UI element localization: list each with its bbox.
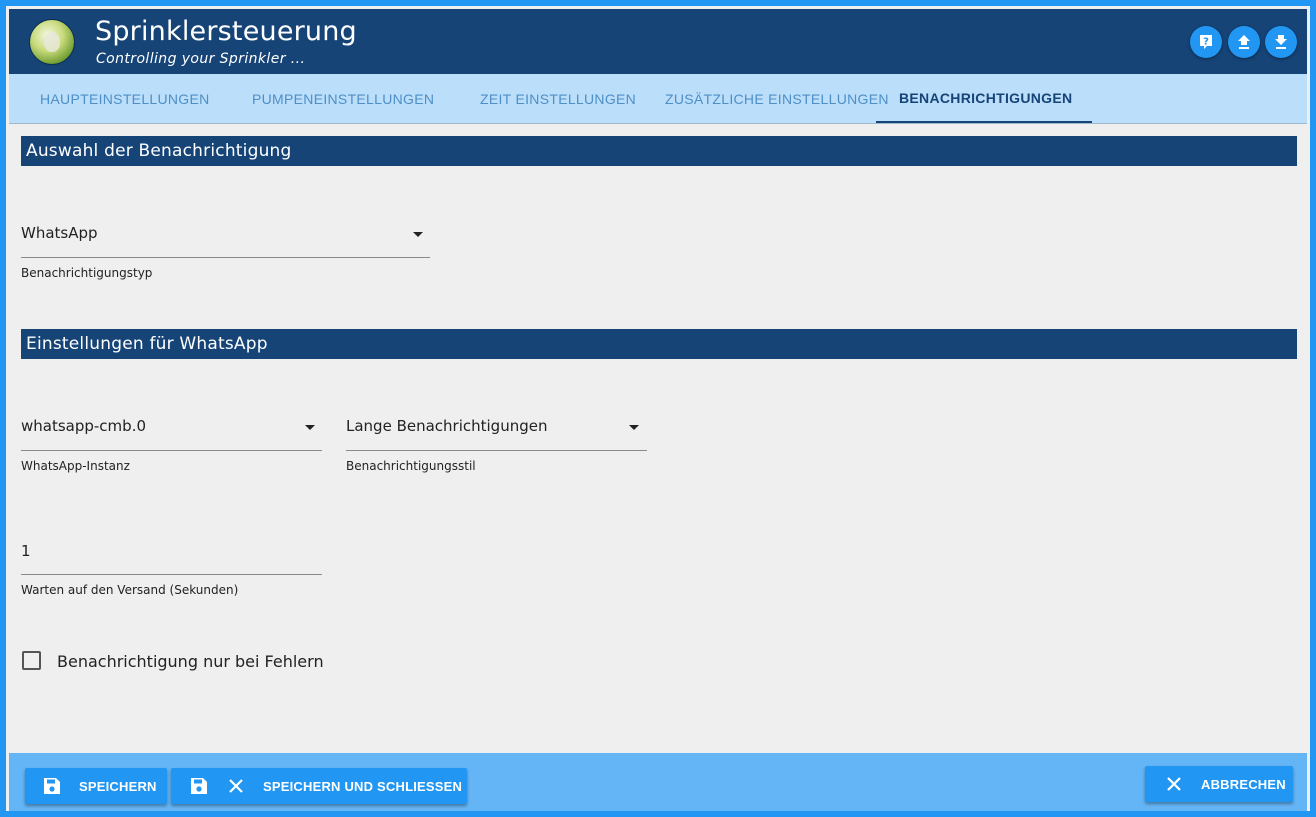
notification-style-label: Benachrichtigungsstil: [346, 459, 476, 473]
chevron-down-icon: [629, 425, 639, 430]
wait-seconds-input[interactable]: 1 Warten auf den Versand (Sekunden): [21, 542, 323, 602]
tab-zusaetzliche-einstellungen[interactable]: Zusätzliche Einstellungen: [665, 74, 889, 123]
help-icon: ?: [1200, 35, 1212, 49]
tab-bar: Haupteinstellungen Pumpeneinstellungen Z…: [9, 74, 1307, 124]
app-logo: [29, 19, 75, 65]
svg-text:?: ?: [1203, 37, 1209, 48]
window-frame: [4, 4, 1312, 813]
whatsapp-instance-label: WhatsApp-Instanz: [21, 459, 130, 473]
tab-benachrichtigungen[interactable]: Benachrichtigungen: [876, 74, 1092, 123]
save-icon: [44, 778, 60, 794]
app-subtitle: Controlling your Sprinkler ...: [96, 51, 306, 67]
notification-style-value: Lange Benachrichtigungen: [346, 417, 548, 435]
chevron-down-icon: [413, 232, 423, 237]
wait-seconds-value: 1: [21, 542, 31, 560]
field-underline: [21, 574, 322, 575]
field-underline: [21, 257, 430, 258]
tab-zeit-einstellungen[interactable]: Zeit Einstellungen: [480, 74, 636, 123]
notification-style-select[interactable]: Lange Benachrichtigungen Benachrichtigun…: [346, 417, 648, 477]
section-title-whatsapp: Einstellungen für WhatsApp: [21, 329, 1297, 359]
help-button[interactable]: ?: [1190, 26, 1222, 58]
errors-only-checkbox[interactable]: [22, 651, 41, 670]
field-underline: [21, 450, 322, 451]
errors-only-label[interactable]: Benachrichtigung nur bei Fehlern: [57, 652, 324, 671]
upload-button[interactable]: [1228, 26, 1260, 58]
whatsapp-instance-value: whatsapp-cmb.0: [21, 417, 147, 435]
save-button-label: SPEICHERN: [79, 778, 157, 794]
wait-seconds-label: Warten auf den Versand (Sekunden): [21, 583, 239, 597]
footer-bar: SPEICHERN SPEICHERN UND SCHLIESSEN ABBRE…: [9, 753, 1307, 811]
upload-icon: [1238, 35, 1250, 49]
close-icon: [229, 779, 243, 793]
field-underline: [346, 450, 647, 451]
app-header: Sprinklersteuerung Controlling your Spri…: [9, 9, 1307, 74]
notification-type-label: Benachrichtigungstyp: [21, 266, 153, 280]
notification-type-value: WhatsApp: [21, 224, 98, 242]
notification-type-select[interactable]: WhatsApp Benachrichtigungstyp: [21, 224, 431, 284]
app-title: Sprinklersteuerung: [95, 16, 357, 47]
save-and-close-button-label: SPEICHERN UND SCHLIESSEN: [263, 778, 463, 794]
section-title-auswahl: Auswahl der Benachrichtigung: [21, 136, 1297, 166]
whatsapp-instance-select[interactable]: whatsapp-cmb.0 WhatsApp-Instanz: [21, 417, 323, 477]
cancel-button-label: ABBRECHEN: [1201, 776, 1286, 792]
save-icon: [191, 778, 207, 794]
save-button[interactable]: SPEICHERN: [25, 768, 167, 804]
cancel-button[interactable]: ABBRECHEN: [1145, 766, 1293, 802]
download-icon: [1275, 35, 1287, 49]
download-button[interactable]: [1265, 26, 1297, 58]
save-and-close-button[interactable]: SPEICHERN UND SCHLIESSEN: [171, 768, 467, 804]
tab-haupteinstellungen[interactable]: Haupteinstellungen: [40, 74, 210, 123]
close-icon: [1167, 777, 1181, 791]
chevron-down-icon: [305, 425, 315, 430]
tab-pumpeneinstellungen[interactable]: Pumpeneinstellungen: [252, 74, 434, 123]
